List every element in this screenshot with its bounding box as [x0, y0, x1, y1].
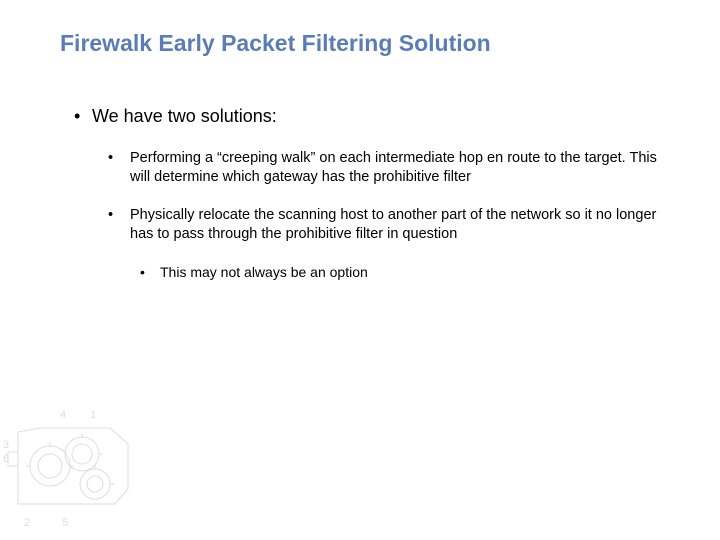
gear-diagram-icon: 1 2 3 4 5 6 — [0, 394, 150, 534]
bullet-level2: Performing a “creeping walk” on each int… — [70, 149, 670, 186]
slide-title: Firewalk Early Packet Filtering Solution — [60, 30, 491, 57]
slide: Firewalk Early Packet Filtering Solution… — [0, 0, 720, 540]
bullet-level2: Physically relocate the scanning host to… — [70, 206, 670, 243]
diagram-label: 1 — [90, 409, 96, 421]
diagram-label: 5 — [62, 517, 68, 529]
diagram-label: 2 — [24, 517, 30, 529]
bullet-level1: We have two solutions: — [70, 106, 670, 127]
diagram-label: 3 — [3, 439, 9, 451]
slide-body: We have two solutions: Performing a “cre… — [70, 106, 670, 281]
bullet-level3: This may not always be an option — [70, 263, 670, 281]
diagram-label: 4 — [60, 409, 66, 421]
diagram-label: 6 — [3, 453, 9, 465]
